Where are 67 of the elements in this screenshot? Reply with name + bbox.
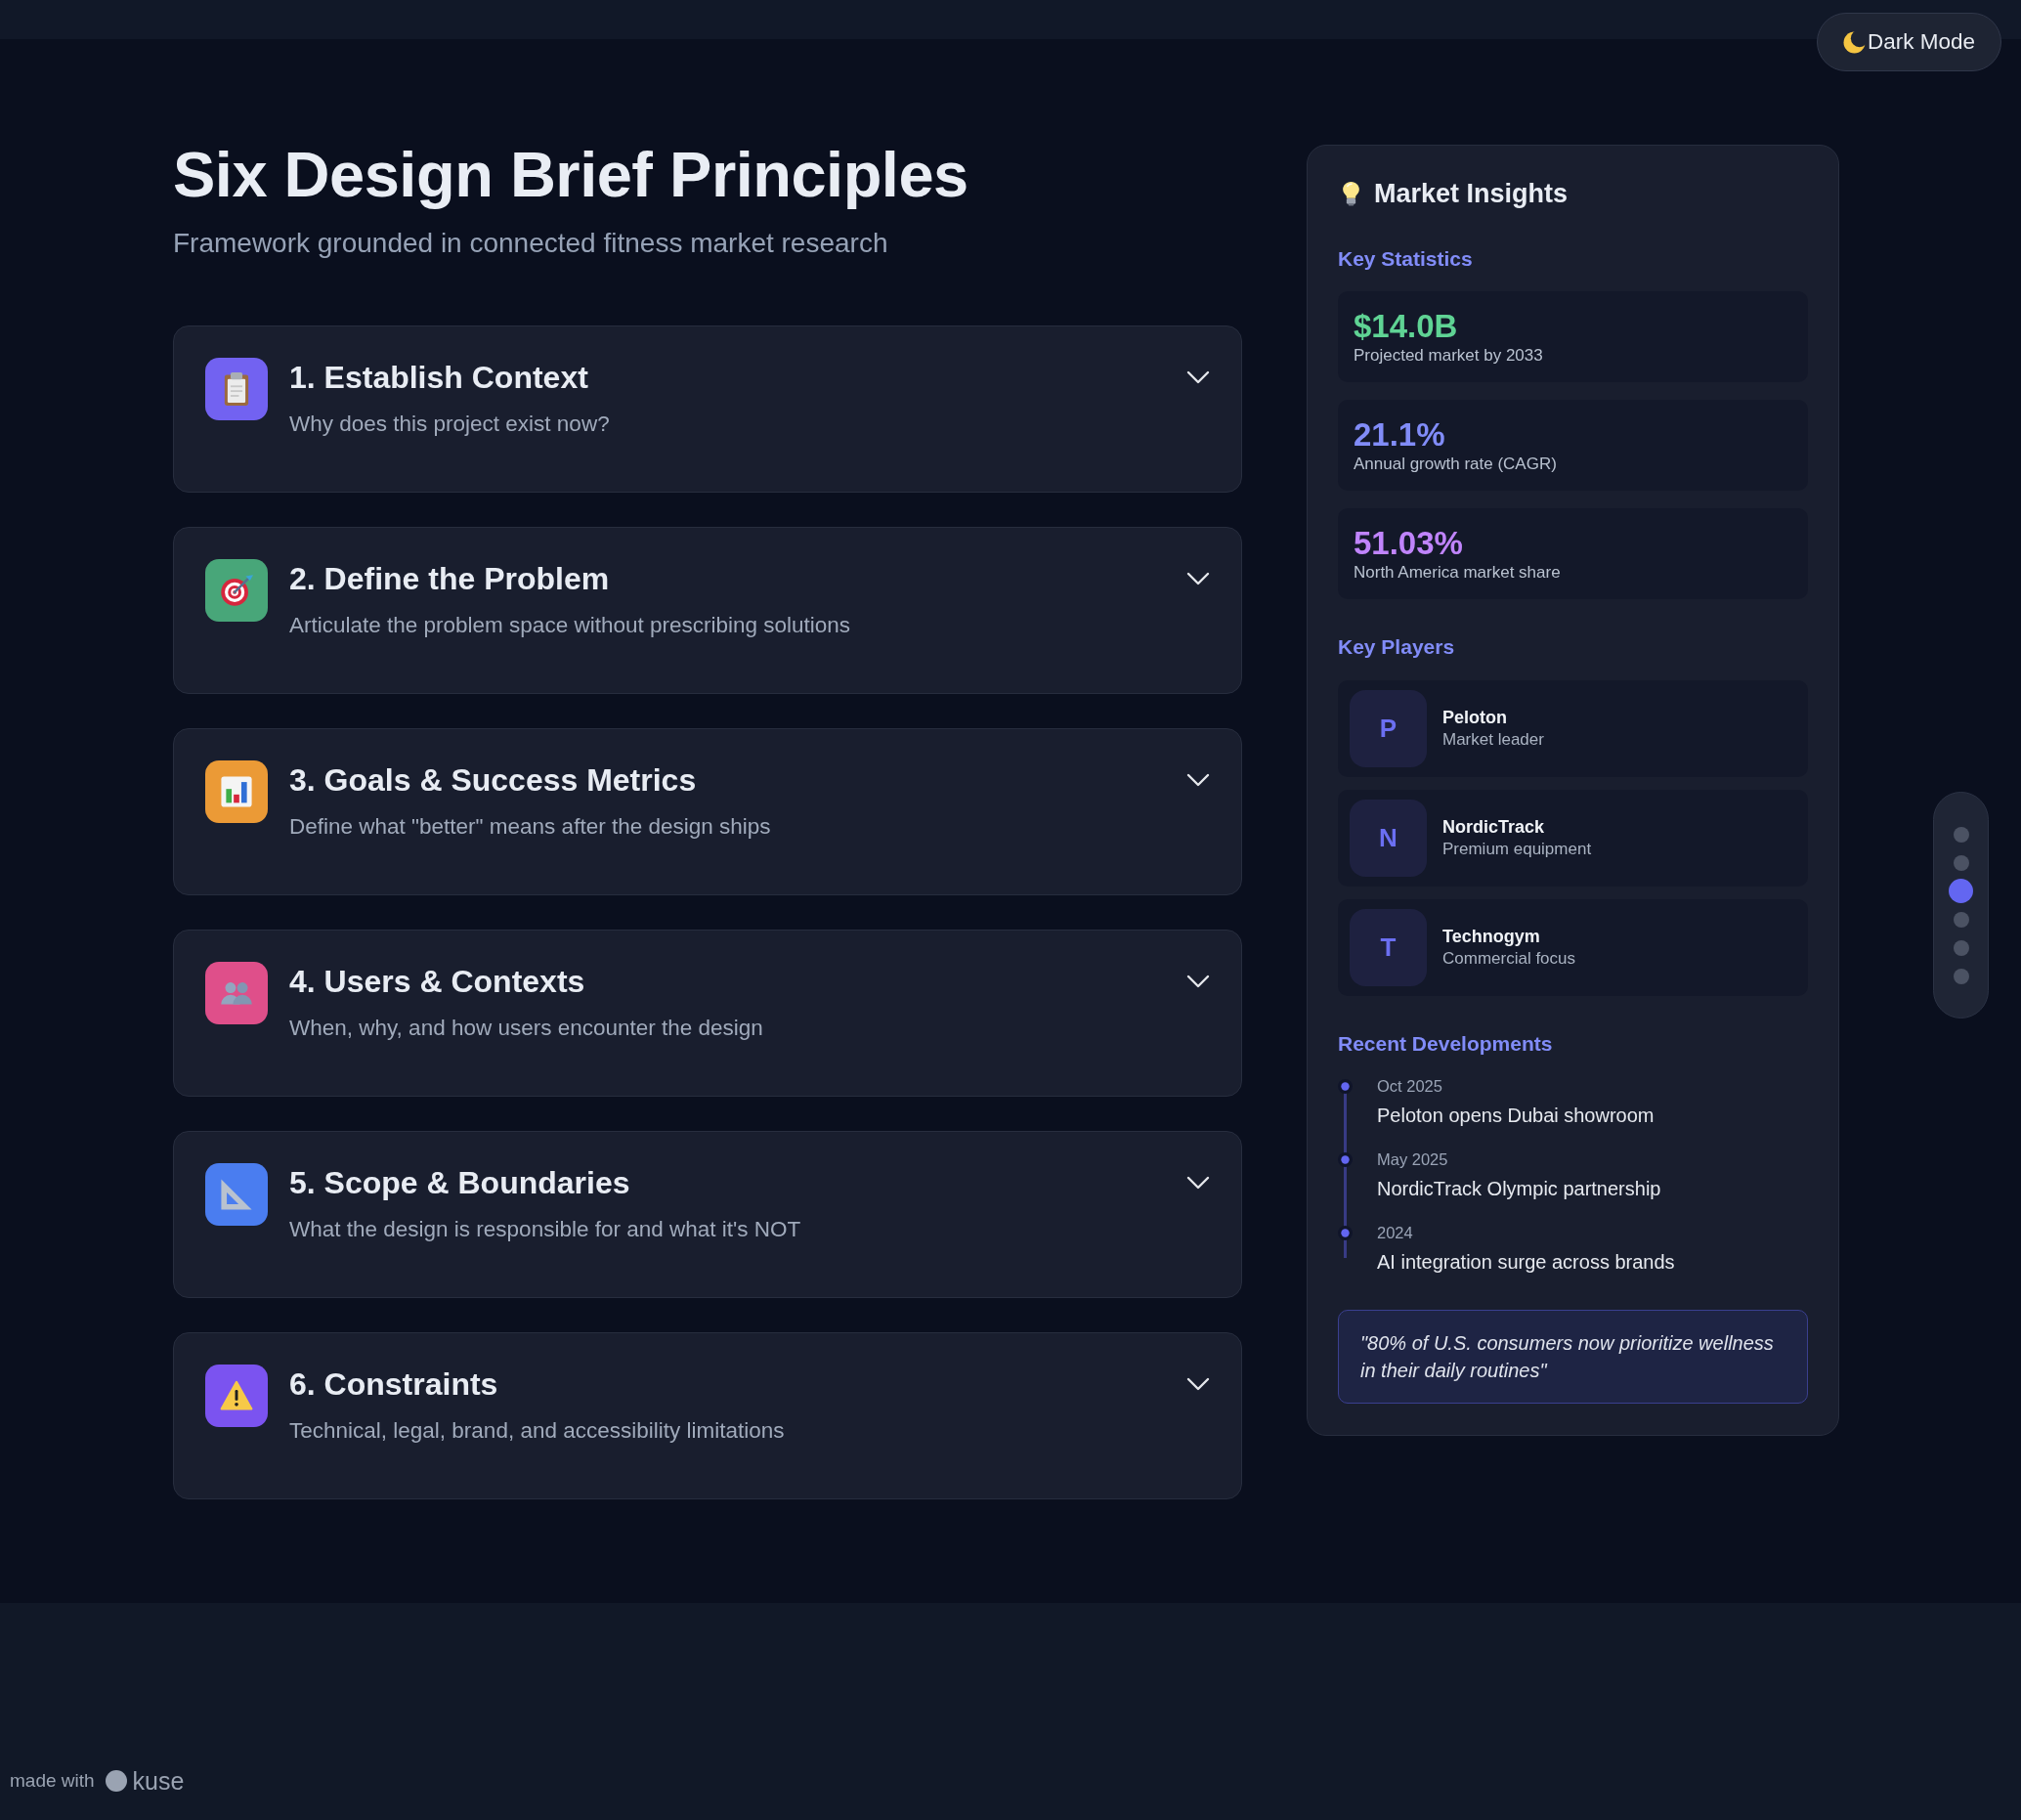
- chevron-icon[interactable]: [1186, 1377, 1210, 1391]
- chevron-icon[interactable]: [1186, 773, 1210, 787]
- timeline-date: May 2025: [1377, 1149, 1448, 1170]
- principle-title: 4. Users & Contexts: [289, 963, 585, 1001]
- timeline-dot-icon: [1338, 1152, 1353, 1167]
- stat-label: Projected market by 2033: [1354, 345, 1543, 367]
- player-name: Peloton: [1442, 707, 1507, 729]
- principle-title: 1. Establish Context: [289, 359, 588, 397]
- made-with-text: made with: [10, 1769, 95, 1793]
- nav-dot-icon[interactable]: [1953, 911, 1969, 928]
- stat-value: 51.03%: [1354, 525, 1463, 562]
- timeline-text: AI integration surge across brands: [1377, 1250, 1675, 1275]
- principle-card[interactable]: 2. Define the Problem Articulate the problem space without prescribing solutions: [173, 527, 1242, 694]
- principle-card[interactable]: 5. Scope & Boundaries What the design is responsible for and what it's NOT: [173, 1131, 1242, 1298]
- principle-title: 2. Define the Problem: [289, 560, 610, 598]
- principle-description: What the design is responsible for and what it's NOT: [289, 1216, 801, 1243]
- player-avatar: T: [1350, 909, 1427, 986]
- stat-value: $14.0B: [1354, 308, 1458, 345]
- nav-dot-icon[interactable]: [1949, 879, 1973, 903]
- quote-callout: "80% of U.S. consumers now prioritize wellness in their daily routines": [1338, 1310, 1808, 1404]
- nav-dot-icon[interactable]: [1953, 854, 1969, 871]
- brand-wordmark: kuse: [132, 1767, 185, 1795]
- principle-card[interactable]: 6. Constraints Technical, legal, brand, and accessibility limitations: [173, 1332, 1242, 1499]
- timeline-text: NordicTrack Olympic partnership: [1377, 1177, 1661, 1201]
- section-heading: Key Statistics: [1338, 246, 1473, 272]
- stat-value: 21.1%: [1354, 416, 1445, 454]
- chevron-icon[interactable]: [1186, 975, 1210, 988]
- chevron-icon[interactable]: [1186, 1176, 1210, 1190]
- chevron-icon[interactable]: [1186, 370, 1210, 384]
- principle-card[interactable]: 3. Goals & Success Metrics Define what "better" means after the design ships: [173, 728, 1242, 895]
- principle-title: 6. Constraints: [289, 1365, 498, 1404]
- player-avatar: P: [1350, 690, 1427, 767]
- nav-dot-icon[interactable]: [1953, 968, 1969, 984]
- page-subtitle: Framework grounded in connected fitness market research: [173, 227, 888, 260]
- page-title: Six Design Brief Principles: [173, 138, 968, 212]
- principle-description: When, why, and how users encounter the design: [289, 1015, 763, 1042]
- timeline-date: 2024: [1377, 1223, 1413, 1243]
- timeline-dot-icon: [1338, 1079, 1353, 1094]
- timeline-date: Oct 2025: [1377, 1076, 1442, 1097]
- timeline-dot-icon: [1338, 1226, 1353, 1240]
- dark-mode-button[interactable]: Dark Mode: [1816, 13, 2001, 71]
- timeline-text: Peloton opens Dubai showroom: [1377, 1104, 1655, 1128]
- principle-description: Articulate the problem space without prescribing solutions: [289, 612, 851, 639]
- player-name: NordicTrack: [1442, 816, 1545, 839]
- light-bulb-icon: [1342, 181, 1360, 206]
- principle-description: Technical, legal, brand, and accessibility limitations: [289, 1417, 785, 1445]
- player-description: Market leader: [1442, 729, 1544, 751]
- principle-description: Define what "better" means after the design ships: [289, 813, 771, 841]
- player-description: Premium equipment: [1442, 839, 1592, 860]
- logo-dot-icon: [105, 1770, 127, 1792]
- principle-title: 3. Goals & Success Metrics: [289, 761, 697, 800]
- stat-label: North America market share: [1354, 562, 1561, 584]
- principle-card[interactable]: 1. Establish Context Why does this project exist now?: [173, 325, 1242, 493]
- section-heading: Recent Developments: [1338, 1031, 1553, 1057]
- stat-label: Annual growth rate (CAGR): [1354, 454, 1557, 475]
- principle-description: Why does this project exist now?: [289, 411, 610, 438]
- nav-dot-icon[interactable]: [1953, 826, 1969, 843]
- chevron-icon[interactable]: [1186, 572, 1210, 585]
- principle-card[interactable]: 4. Users & Contexts When, why, and how users encounter the design: [173, 930, 1242, 1097]
- player-description: Commercial focus: [1442, 948, 1576, 970]
- player-name: Technogym: [1442, 926, 1540, 948]
- principle-title: 5. Scope & Boundaries: [289, 1164, 630, 1202]
- nav-dot-icon[interactable]: [1953, 939, 1969, 956]
- moon-icon: [1842, 30, 1866, 54]
- section-heading: Key Players: [1338, 634, 1455, 660]
- player-avatar: N: [1350, 800, 1427, 877]
- panel-title: Market Insights: [1374, 178, 1569, 210]
